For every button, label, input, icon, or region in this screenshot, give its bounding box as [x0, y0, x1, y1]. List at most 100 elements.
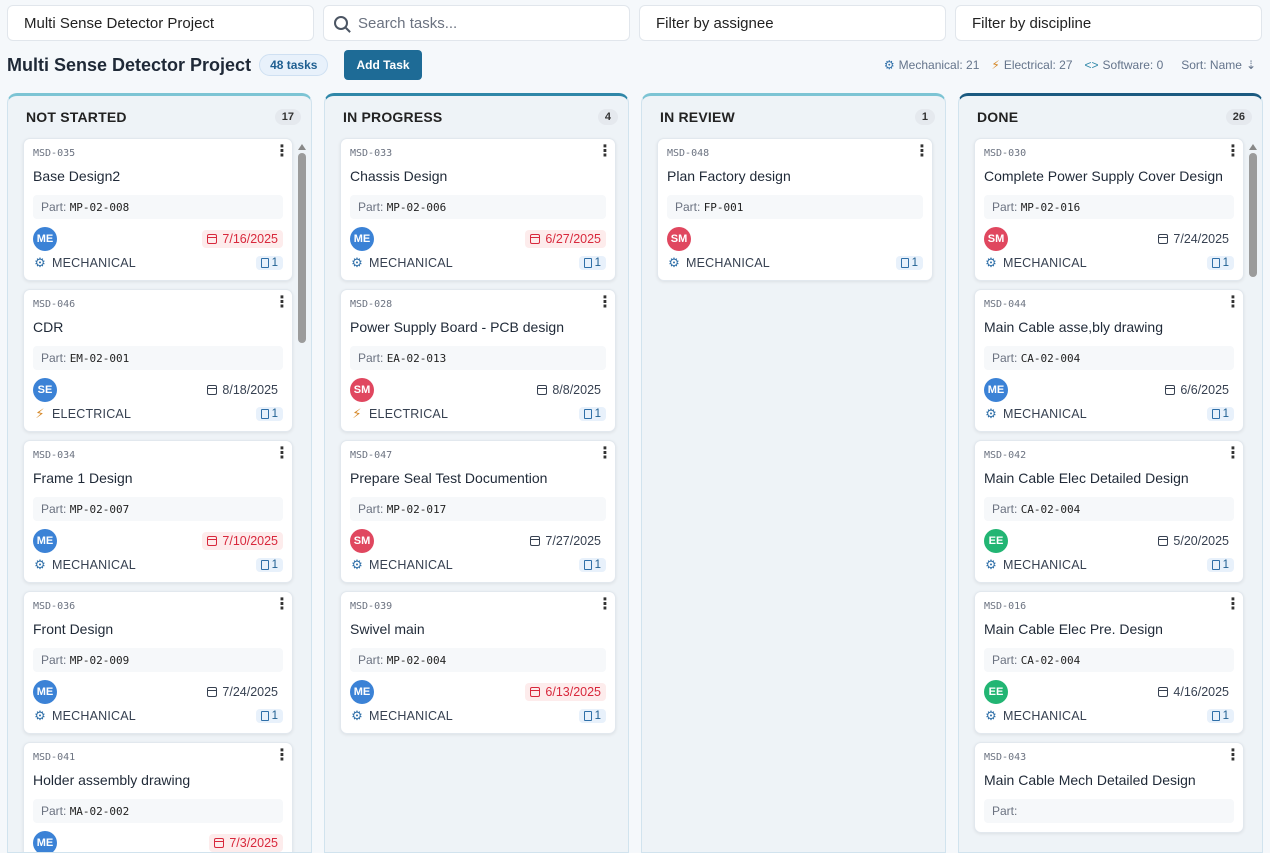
- documents-badge[interactable]: 1: [578, 256, 606, 270]
- task-id: MSD-047: [350, 450, 393, 461]
- gear-icon: ⚙: [351, 557, 363, 572]
- avatar[interactable]: SM: [667, 227, 691, 251]
- discipline-filter[interactable]: Filter by discipline: [955, 5, 1262, 41]
- documents-badge[interactable]: 1: [578, 558, 606, 572]
- more-icon[interactable]: ⋮: [274, 295, 290, 311]
- documents-badge[interactable]: 1: [1206, 709, 1234, 723]
- task-card[interactable]: MSD-047 ⋮ Prepare Seal Test Documention …: [340, 440, 616, 583]
- part-code: FP-001: [703, 201, 744, 214]
- gear-icon: ⚙: [351, 255, 363, 270]
- more-icon[interactable]: ⋮: [597, 144, 613, 160]
- avatar[interactable]: EE: [984, 529, 1008, 553]
- documents-badge[interactable]: 1: [255, 709, 283, 723]
- avatar[interactable]: ME: [350, 227, 374, 251]
- more-icon[interactable]: ⋮: [597, 597, 613, 613]
- avatar[interactable]: ME: [350, 680, 374, 704]
- documents-badge[interactable]: 1: [255, 558, 283, 572]
- task-card[interactable]: MSD-034 ⋮ Frame 1 Design Part: MP-02-007…: [23, 440, 293, 583]
- more-icon[interactable]: ⋮: [1225, 446, 1241, 462]
- task-card[interactable]: MSD-036 ⋮ Front Design Part: MP-02-009 M…: [23, 591, 293, 734]
- documents-badge[interactable]: 1: [255, 407, 283, 421]
- documents-badge[interactable]: 1: [1206, 256, 1234, 270]
- avatar[interactable]: ME: [33, 831, 57, 852]
- scroll-thumb[interactable]: [297, 153, 306, 343]
- task-title: CDR: [33, 319, 64, 335]
- scroll-up-icon[interactable]: [1248, 144, 1257, 150]
- scroll-up-icon[interactable]: [297, 144, 306, 150]
- card-list: MSD-048 ⋮ Plan Factory design Part: FP-0…: [657, 138, 933, 289]
- column-count: 26: [1225, 109, 1252, 125]
- more-icon[interactable]: ⋮: [1225, 748, 1241, 764]
- avatar[interactable]: SM: [350, 529, 374, 553]
- add-task-button[interactable]: Add Task: [344, 50, 422, 80]
- avatar[interactable]: ME: [33, 680, 57, 704]
- avatar[interactable]: SE: [33, 378, 57, 402]
- calendar-icon: [1158, 536, 1169, 546]
- scroll-thumb[interactable]: [1248, 153, 1257, 277]
- avatar[interactable]: SM: [350, 378, 374, 402]
- task-card[interactable]: MSD-041 ⋮ Holder assembly drawing Part: …: [23, 742, 293, 852]
- task-card[interactable]: MSD-033 ⋮ Chassis Design Part: MP-02-006…: [340, 138, 616, 281]
- more-icon[interactable]: ⋮: [274, 597, 290, 613]
- documents-badge[interactable]: 1: [895, 256, 923, 270]
- more-icon[interactable]: ⋮: [274, 748, 290, 764]
- task-card[interactable]: MSD-016 ⋮ Main Cable Elec Pre. Design Pa…: [974, 591, 1244, 734]
- documents-badge[interactable]: 1: [578, 407, 606, 421]
- task-card[interactable]: MSD-035 ⋮ Base Design2 Part: MP-02-008 M…: [23, 138, 293, 281]
- task-id: MSD-041: [33, 752, 76, 763]
- documents-badge[interactable]: 1: [1206, 558, 1234, 572]
- task-card[interactable]: MSD-046 ⋮ CDR Part: EM-02-001 SE 8/18/20…: [23, 289, 293, 432]
- more-icon[interactable]: ⋮: [1225, 295, 1241, 311]
- card-list: MSD-030 ⋮ Complete Power Supply Cover De…: [974, 138, 1244, 841]
- calendar-icon: [1158, 234, 1169, 244]
- part-label: Part:: [992, 200, 1018, 214]
- documents-badge[interactable]: 1: [578, 709, 606, 723]
- assignee-filter[interactable]: Filter by assignee: [639, 5, 946, 41]
- project-select[interactable]: Multi Sense Detector Project: [7, 5, 314, 41]
- part-code: MP-02-004: [386, 654, 447, 667]
- avatar[interactable]: ME: [33, 529, 57, 553]
- documents-badge[interactable]: 1: [1206, 407, 1234, 421]
- card-footer: ⚙ MECHANICAL 1: [984, 557, 1234, 573]
- search-input[interactable]: Search tasks...: [323, 5, 630, 41]
- task-title: Plan Factory design: [667, 168, 791, 184]
- avatar[interactable]: ME: [33, 227, 57, 251]
- part-info: Part: CA-02-004: [984, 346, 1234, 370]
- more-icon[interactable]: ⋮: [597, 446, 613, 462]
- discipline-label: MECHANICAL: [369, 709, 453, 723]
- more-icon[interactable]: ⋮: [597, 295, 613, 311]
- task-card[interactable]: MSD-039 ⋮ Swivel main Part: MP-02-004 ME…: [340, 591, 616, 734]
- scrollbar[interactable]: [297, 144, 306, 852]
- card-footer: ⚙ MECHANICAL 1: [33, 708, 283, 724]
- scrollbar[interactable]: [1248, 144, 1257, 852]
- more-icon[interactable]: ⋮: [1225, 597, 1241, 613]
- sort-button[interactable]: Sort: Name ⇣: [1181, 58, 1256, 72]
- documents-count: 1: [271, 559, 278, 571]
- discipline-label: MECHANICAL: [1003, 709, 1087, 723]
- column-count: 1: [914, 109, 935, 125]
- task-card[interactable]: MSD-028 ⋮ Power Supply Board - PCB desig…: [340, 289, 616, 432]
- due-date: 6/27/2025: [525, 230, 606, 248]
- task-card[interactable]: MSD-030 ⋮ Complete Power Supply Cover De…: [974, 138, 1244, 281]
- more-icon[interactable]: ⋮: [274, 446, 290, 462]
- column-count: 17: [274, 109, 301, 125]
- column-title: IN PROGRESS: [343, 109, 443, 125]
- task-id: MSD-030: [984, 148, 1027, 159]
- card-meta: ME 6/6/2025: [984, 378, 1234, 402]
- task-id: MSD-048: [667, 148, 710, 159]
- more-icon[interactable]: ⋮: [914, 144, 930, 160]
- more-icon[interactable]: ⋮: [274, 144, 290, 160]
- gear-icon: ⚙: [668, 255, 680, 270]
- avatar[interactable]: EE: [984, 680, 1008, 704]
- task-card[interactable]: MSD-043 ⋮ Main Cable Mech Detailed Desig…: [974, 742, 1244, 833]
- discipline-tag: ⚙ MECHANICAL: [33, 708, 136, 724]
- documents-badge[interactable]: 1: [255, 256, 283, 270]
- avatar[interactable]: SM: [984, 227, 1008, 251]
- discipline-tag: ⚙ MECHANICAL: [350, 557, 453, 573]
- more-icon[interactable]: ⋮: [1225, 144, 1241, 160]
- task-card[interactable]: MSD-042 ⋮ Main Cable Elec Detailed Desig…: [974, 440, 1244, 583]
- task-card[interactable]: MSD-048 ⋮ Plan Factory design Part: FP-0…: [657, 138, 933, 281]
- task-card[interactable]: MSD-044 ⋮ Main Cable asse,bly drawing Pa…: [974, 289, 1244, 432]
- avatar[interactable]: ME: [984, 378, 1008, 402]
- card-footer: ⚙ MECHANICAL 1: [984, 708, 1234, 724]
